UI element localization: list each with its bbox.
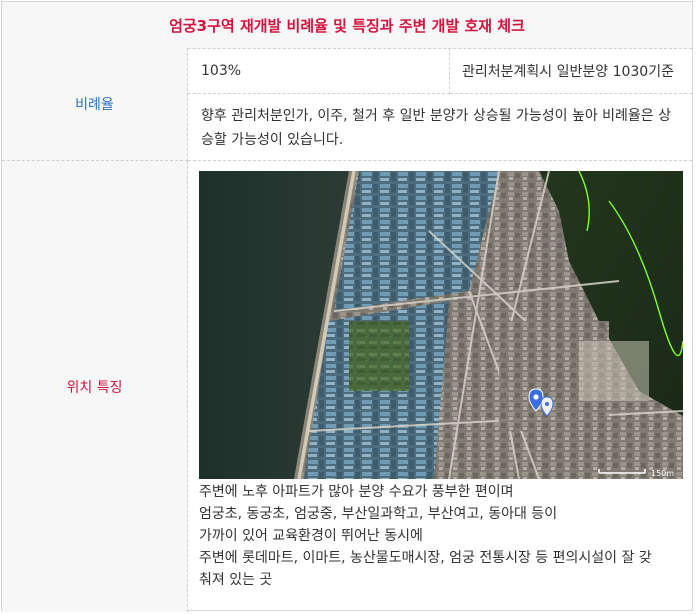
satellite-map-image: 150m: [199, 171, 683, 479]
location-notes: 주변에 노후 아파트가 많아 분양 수요가 풍부한 편이며 엄궁초, 동궁초, …: [199, 481, 679, 591]
ratio-basis-cell: 관리처분계획시 일반분양 1030기준: [450, 48, 692, 94]
ratio-label: 비례율: [75, 97, 114, 113]
location-map[interactable]: 150m: [199, 171, 683, 479]
location-label: 위치 특징: [66, 379, 123, 396]
ratio-basis: 관리처분계획시 일반분양 1030기준: [462, 63, 674, 80]
map-scale-label: 150m: [651, 469, 674, 478]
ratio-value: 103%: [201, 62, 242, 79]
location-label-cell: 위치 특징: [2, 161, 188, 612]
ratio-description: 향후 관리처분인가, 이주, 철거 후 일반 분양가 상승될 가능성이 높아 비…: [201, 108, 672, 148]
table-title: 엄궁3구역 재개발 비례율 및 특징과 주변 개발 호재 체크: [2, 2, 692, 49]
location-note-line: 엄궁초, 동궁초, 엄궁중, 부산일과학고, 부산여고, 동아대 등이: [199, 506, 558, 522]
table-title-text: 엄궁3구역 재개발 비례율 및 특징과 주변 개발 호재 체크: [169, 16, 525, 35]
location-note-line: 춰져 있는 곳: [199, 572, 273, 588]
location-note-line: 주변에 노후 아파트가 많아 분양 수요가 풍부한 편이며: [199, 484, 514, 500]
location-note-line: 가까이 있어 교육환경이 뛰어난 동시에: [199, 528, 423, 544]
ratio-value-cell: 103%: [188, 48, 450, 94]
ratio-description-cell: 향후 관리처분인가, 이주, 철거 후 일반 분양가 상승될 가능성이 높아 비…: [188, 94, 692, 161]
location-note-line: 주변에 롯데마트, 이마트, 농산물도매시장, 엄궁 전통시장 등 편의시설이 …: [199, 550, 652, 566]
ratio-label-cell: 비례율: [2, 48, 188, 161]
